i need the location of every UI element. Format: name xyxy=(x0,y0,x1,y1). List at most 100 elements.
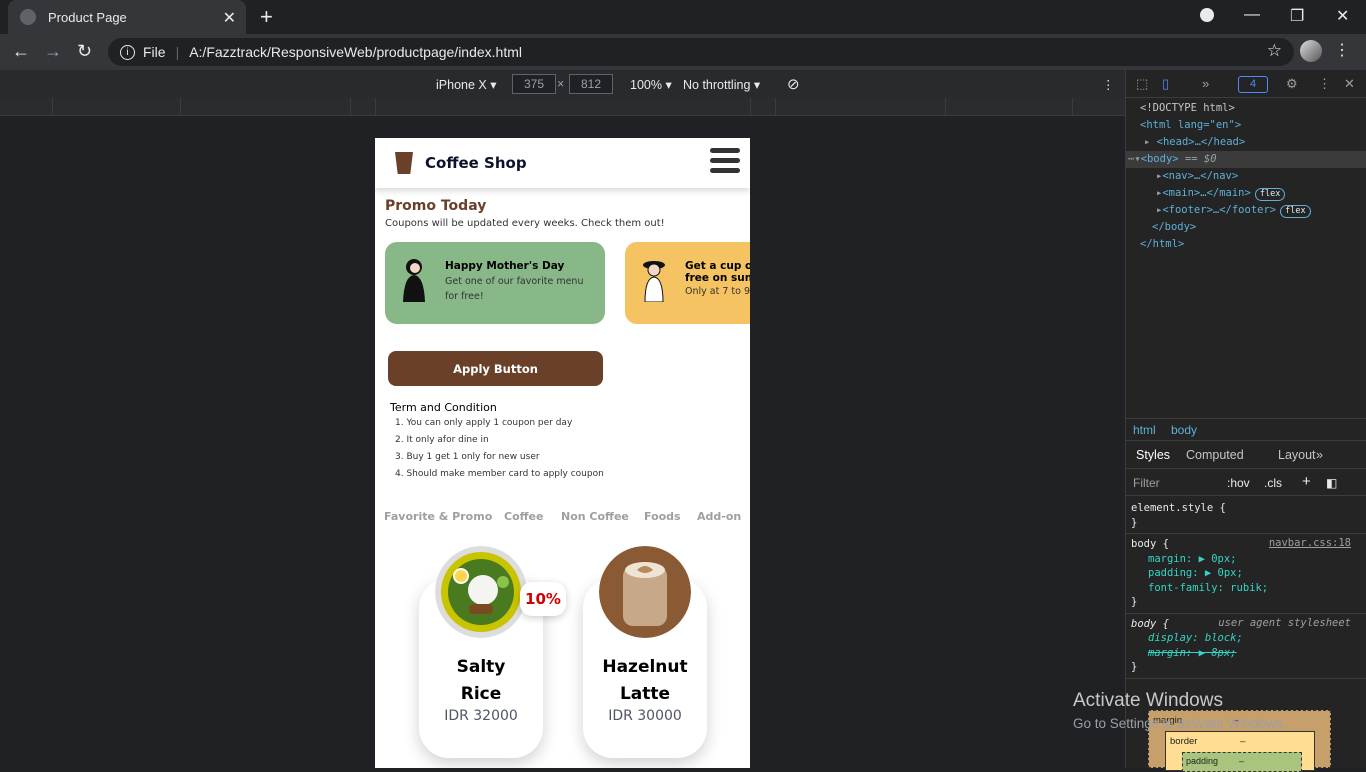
devtools-menu-icon[interactable]: ⋮ xyxy=(1318,76,1331,92)
hamburger-menu-icon[interactable] xyxy=(710,148,740,178)
back-icon[interactable]: ← xyxy=(12,41,30,62)
tab-coffee[interactable]: Coffee xyxy=(504,510,543,523)
rule-close: } xyxy=(1131,516,1138,529)
throttle-select[interactable]: No throttling ▾ xyxy=(683,77,760,92)
box-padding: padding – xyxy=(1182,752,1302,772)
crumb-body[interactable]: body xyxy=(1171,423,1197,437)
url-scheme: File xyxy=(143,44,166,60)
forward-icon[interactable]: → xyxy=(44,41,62,62)
flex-badge[interactable]: flex xyxy=(1280,205,1311,218)
profile-dropdown-icon[interactable] xyxy=(1200,8,1214,22)
ua-label: user agent stylesheet xyxy=(1218,616,1351,629)
promo-card-sunday[interactable]: Get a cup o free on sun Only at 7 to 9 xyxy=(625,242,750,324)
product-price: IDR 32000 xyxy=(444,708,518,724)
dom-node[interactable]: </body> xyxy=(1126,219,1366,236)
term-item: 1. You can only apply 1 coupon per day xyxy=(395,418,573,428)
rule-close: } xyxy=(1131,661,1138,673)
avatar[interactable] xyxy=(1300,40,1322,62)
flex-badge[interactable]: flex xyxy=(1254,188,1286,201)
issues-badge[interactable]: 4 xyxy=(1238,76,1268,93)
restore-icon[interactable]: ❐ xyxy=(1290,6,1304,26)
dom-node[interactable]: <html lang="en"> xyxy=(1126,117,1366,134)
product-card-hazelnut-latte[interactable]: Hazelnut Latte IDR 30000 xyxy=(583,546,707,758)
dom-node[interactable]: </html> xyxy=(1126,236,1366,253)
card-title: Get a cup o free on sun xyxy=(685,260,750,284)
promo-card-mothers-day[interactable]: Happy Mother's Day Get one of our favori… xyxy=(385,242,605,324)
product-name: Salty Rice xyxy=(456,657,506,704)
width-input[interactable]: 375 xyxy=(512,74,556,94)
new-tab-icon[interactable]: + xyxy=(260,4,273,30)
dom-node[interactable]: <!DOCTYPE html> xyxy=(1126,100,1366,117)
sidebar-toggle-icon[interactable]: ◧ xyxy=(1326,476,1337,490)
more-panes-icon[interactable]: » xyxy=(1316,448,1323,462)
reload-icon[interactable]: ↻ xyxy=(77,41,92,62)
tab-layout[interactable]: Layout xyxy=(1278,448,1316,462)
devtools-toolbar: ⬚ ▯ » 4 ⚙ ⋮ ✕ xyxy=(1126,70,1366,98)
url-text: A:/Fazztrack/ResponsiveWeb/productpage/i… xyxy=(189,44,522,60)
box-border-label: border xyxy=(1170,736,1198,747)
product-price: IDR 30000 xyxy=(608,708,682,724)
tab-product-page[interactable]: Product Page ✕ xyxy=(8,0,246,34)
minimize-icon[interactable]: — xyxy=(1244,6,1260,24)
css-property-overridden: margin: ▶ 8px; xyxy=(1148,646,1237,659)
promo-subtitle: Coupons will be updated every weeks. Che… xyxy=(385,218,665,229)
globe-icon xyxy=(20,9,36,25)
filter-input[interactable]: Filter xyxy=(1133,476,1160,490)
device-select[interactable]: iPhone X ▾ xyxy=(436,77,496,92)
promo-title: Promo Today xyxy=(385,198,487,214)
brand-name[interactable]: Coffee Shop xyxy=(425,154,527,172)
dom-node[interactable]: ▸ <head>…</head> xyxy=(1126,134,1366,151)
settings-gear-icon[interactable]: ⚙ xyxy=(1286,76,1298,92)
terms-title: Term and Condition xyxy=(390,401,497,414)
tab-favorite-promo[interactable]: Favorite & Promo xyxy=(384,510,492,523)
discount-badge: 10% xyxy=(520,582,566,616)
device-viewport: iPhone X ▾ 375 × 812 100% ▾ No throttlin… xyxy=(0,70,1125,768)
rule-body-ua: body { user agent stylesheet display: bl… xyxy=(1126,614,1366,679)
tab-title: Product Page xyxy=(48,9,127,25)
css-property[interactable]: margin: ▶ 0px; xyxy=(1126,552,1366,567)
css-property[interactable]: padding: ▶ 0px; xyxy=(1126,566,1366,581)
info-icon[interactable]: i xyxy=(120,44,135,60)
crumb-html[interactable]: html xyxy=(1133,423,1156,437)
cls-toggle[interactable]: .cls xyxy=(1264,476,1282,490)
add-rule-icon[interactable]: + xyxy=(1302,473,1311,490)
source-link[interactable]: navbar.css:18 xyxy=(1269,537,1351,549)
dom-node[interactable]: ▸<nav>…</nav> xyxy=(1126,168,1366,185)
omnibox[interactable]: i File | A:/Fazztrack/ResponsiveWeb/prod… xyxy=(108,38,1294,66)
height-input[interactable]: 812 xyxy=(569,74,613,94)
bookmark-star-icon[interactable]: ☆ xyxy=(1267,41,1282,61)
rice-dish-image xyxy=(435,546,527,638)
tab-computed[interactable]: Computed xyxy=(1186,448,1244,462)
terms-list: 1. You can only apply 1 coupon per day 2… xyxy=(395,418,604,486)
tab-non-coffee[interactable]: Non Coffee xyxy=(561,510,629,523)
media-query-ruler[interactable] xyxy=(0,98,1125,116)
dom-node[interactable]: ▸<footer>…</footer> flex xyxy=(1126,202,1366,219)
inspect-icon[interactable]: ⬚ xyxy=(1136,76,1148,92)
dim-x: × xyxy=(557,77,565,91)
card-desc: Get one of our favorite menu for free! xyxy=(445,276,584,302)
box-padding-value: – xyxy=(1239,756,1245,766)
selector[interactable]: element.style { xyxy=(1126,501,1366,516)
device-menu-icon[interactable]: ⋮ xyxy=(1102,77,1115,92)
browser-menu-icon[interactable]: ⋮ xyxy=(1334,40,1350,60)
rotate-icon[interactable]: ⊘ xyxy=(787,75,800,93)
close-devtools-icon[interactable]: ✕ xyxy=(1344,76,1355,92)
close-window-icon[interactable]: ✕ xyxy=(1336,6,1349,26)
dom-node-selected[interactable]: ⋯▾<body> == $0 xyxy=(1126,151,1366,168)
hov-toggle[interactable]: :hov xyxy=(1227,476,1250,490)
tab-foods[interactable]: Foods xyxy=(644,510,681,523)
css-property[interactable]: font-family: rubik; xyxy=(1126,581,1366,596)
coffee-cup-icon xyxy=(395,152,413,174)
tab-styles[interactable]: Styles xyxy=(1136,448,1170,462)
apply-button[interactable]: Apply Button xyxy=(388,351,603,386)
tab-add-on[interactable]: Add-on xyxy=(697,510,741,523)
tab-strip: Product Page ✕ + — ❐ ✕ xyxy=(0,0,1366,34)
dom-node[interactable]: ▸<main>…</main> flex xyxy=(1126,185,1366,202)
zoom-select[interactable]: 100% ▾ xyxy=(630,77,672,92)
box-border: border – padding – xyxy=(1165,731,1315,772)
styles-tabs: Styles Computed Layout » xyxy=(1126,442,1366,469)
more-tabs-icon[interactable]: » xyxy=(1202,76,1209,91)
close-tab-icon[interactable]: ✕ xyxy=(223,8,236,28)
device-toggle-icon[interactable]: ▯ xyxy=(1162,76,1169,92)
rule-element-style: element.style { } xyxy=(1126,498,1366,534)
